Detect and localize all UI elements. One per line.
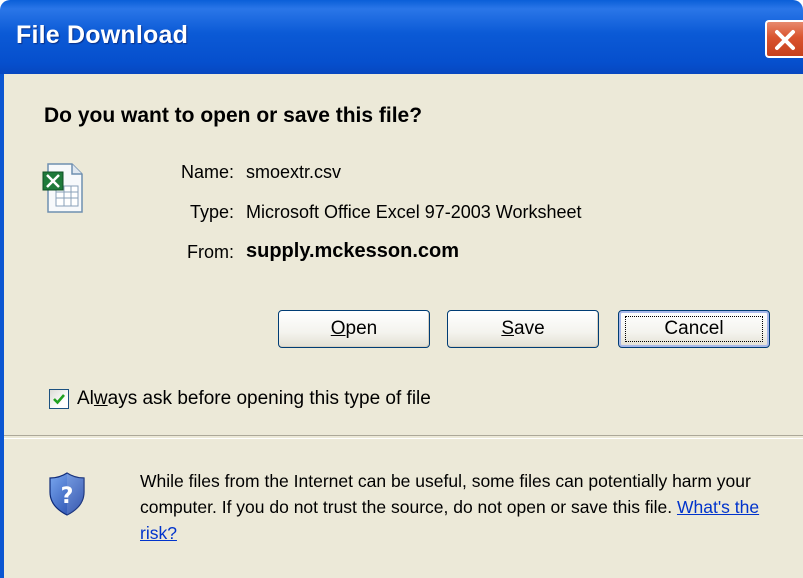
file-name: smoextr.csv bbox=[246, 162, 342, 182]
name-label: Name: bbox=[180, 162, 234, 182]
always-ask-label-accel: w bbox=[93, 388, 108, 409]
open-button-accel: O bbox=[330, 318, 346, 339]
close-icon bbox=[775, 30, 795, 50]
close-button[interactable] bbox=[765, 20, 803, 58]
always-ask-label-pre: Al bbox=[77, 388, 94, 409]
focus-rect bbox=[625, 316, 763, 342]
svg-text:?: ? bbox=[61, 484, 74, 509]
separator bbox=[4, 435, 803, 439]
title-bar[interactable]: File Download bbox=[0, 0, 803, 74]
always-ask-checkbox[interactable] bbox=[49, 389, 69, 409]
checkmark-icon bbox=[53, 394, 65, 405]
from-label: From: bbox=[187, 242, 234, 262]
open-button[interactable]: Open bbox=[278, 310, 430, 348]
dialog-question: Do you want to open or save this file? bbox=[44, 104, 423, 127]
excel-file-icon bbox=[42, 163, 83, 213]
save-button-label: ave bbox=[514, 318, 545, 339]
save-button[interactable]: Save bbox=[447, 310, 599, 348]
file-source: supply.mckesson.com bbox=[246, 240, 460, 262]
open-button-label: pen bbox=[345, 318, 378, 339]
warning-text: While files from the Internet can be use… bbox=[140, 471, 751, 517]
save-button-accel: S bbox=[501, 318, 515, 339]
file-type: Microsoft Office Excel 97-2003 Worksheet bbox=[246, 202, 582, 222]
cancel-button[interactable]: Cancel bbox=[618, 310, 770, 348]
dialog-body: Do you want to open or save this file? N… bbox=[0, 74, 803, 578]
window-title: File Download bbox=[16, 21, 189, 49]
file-download-dialog: File Download Do you want to open or sav… bbox=[0, 0, 803, 578]
security-warning: While files from the Internet can be use… bbox=[140, 468, 790, 546]
always-ask-label[interactable]: Always ask before opening this type of f… bbox=[77, 388, 431, 410]
type-label: Type: bbox=[189, 202, 234, 222]
always-ask-label-post: ays ask before opening this type of file bbox=[107, 388, 431, 409]
shield-question-icon: ? bbox=[49, 472, 85, 516]
